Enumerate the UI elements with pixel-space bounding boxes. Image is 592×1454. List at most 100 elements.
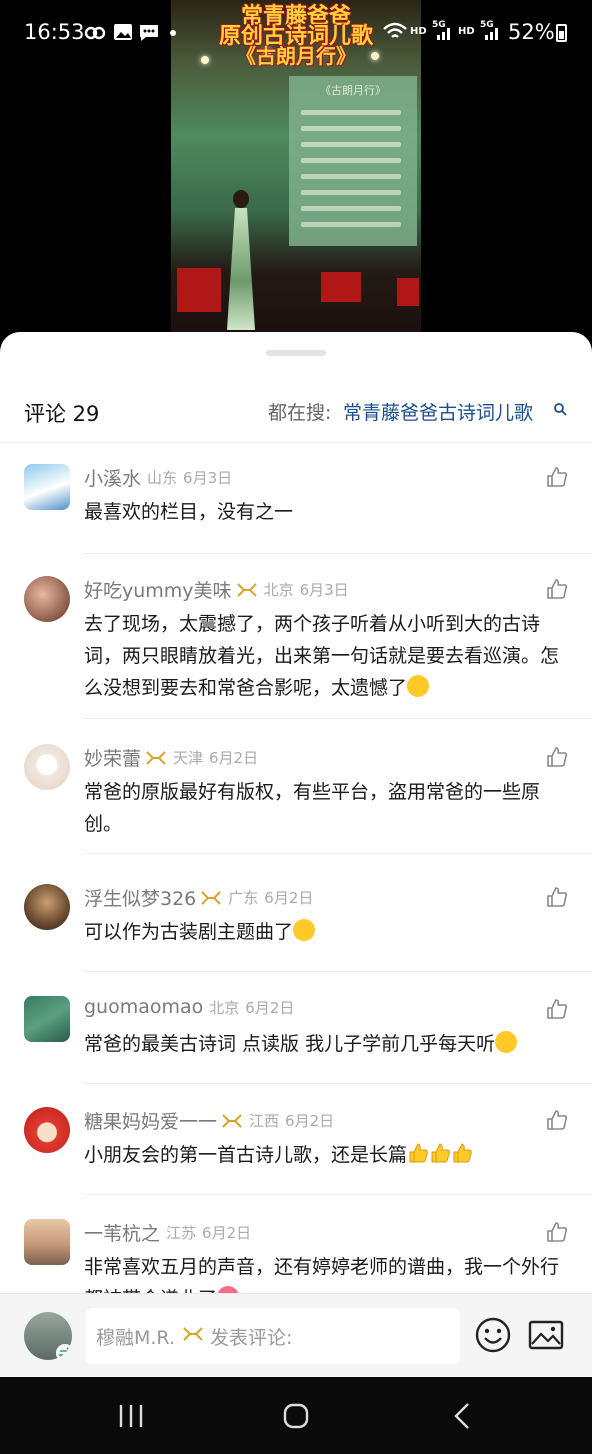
battery-icon [556,24,567,42]
avatar[interactable] [24,464,70,510]
comment-list[interactable]: 小溪水 山东 6月3日 最喜欢的栏目，没有之一 好吃yummy美味 北京 6月3日 去了… [0,444,592,1294]
my-avatar[interactable] [24,1312,72,1360]
comment-item: 浮生似梦326 广东 6月2日 可以作为古装剧主题曲了 [0,882,592,972]
member-badge-icon [146,750,166,765]
comment-item: 糖果妈妈爱一一 江西 6月2日 小朋友会的第一首古诗儿歌，还是长篇 [0,1105,592,1195]
comment-input[interactable]: 穆融M.R. 发表评论: [86,1308,460,1364]
avatar[interactable] [24,996,70,1042]
comment-username[interactable]: guomaomao [84,996,203,1018]
smiling-emoji [293,919,316,941]
image-icon[interactable] [528,1318,564,1352]
home-icon[interactable] [282,1402,310,1430]
comment-text: 可以作为古装剧主题曲了 [84,916,572,948]
comment-text-content: 去了现场，太震撼了，两个孩子听着从小听到大的古诗词，两只眼睛放着光，出来第一句话… [84,613,560,699]
comment-date: 6月2日 [202,1224,252,1242]
comment-username[interactable]: 一苇杭之 [84,1223,160,1245]
comment-date: 6月2日 [245,998,295,1017]
clock: 16:53 [24,20,85,44]
comment-placeholder: 发表评论: [210,1327,293,1349]
comment-username[interactable]: 妙荣蕾 [84,748,141,770]
avatar[interactable] [24,884,70,930]
switch-account-icon[interactable] [56,1344,72,1360]
like-icon[interactable] [546,1221,568,1243]
red-table [397,278,419,306]
comment-divider [84,971,592,972]
search-icon[interactable] [553,402,567,416]
comment-text: 常爸的原版最好有版权，有些平台，盗用常爸的一些原创。 [84,776,572,840]
member-badge-icon [183,1327,203,1341]
comment-text: 常爸的最美古诗词 点读版 我儿子学前几乎每天听 [84,1028,572,1060]
avatar[interactable] [24,576,70,622]
comment-region: 江苏 [166,1224,197,1242]
comment-text-content: 最喜欢的栏目，没有之一 [84,501,294,523]
status-bar: 16:53 HD 5G HD 5G 52% [0,14,592,54]
thumbs-up-emoji [453,1143,472,1163]
comment-divider [84,1194,592,1195]
like-icon[interactable] [546,466,568,488]
comment-username[interactable]: 浮生似梦326 [84,888,196,910]
avatar[interactable] [24,1107,70,1153]
system-navigation-bar [0,1377,592,1454]
comment-item: 一苇杭之江苏 6月2日 非常喜欢五月的声音，还有婷婷老师的谱曲，我一个外行都被带会… [0,1217,592,1294]
comment-date: 6月2日 [209,749,259,767]
stage-screen: 《古朗月行》 [289,76,417,246]
like-icon[interactable] [546,886,568,908]
member-badge-icon [201,890,221,905]
comment-region: 江西 [249,1112,280,1130]
comment-region: 天津 [173,749,204,767]
comment-region: 广东 [228,889,259,907]
singer-figure [221,190,261,330]
comment-region: 北京 [263,581,294,599]
recents-icon[interactable] [117,1403,145,1429]
battery-percentage: 52% [508,20,555,44]
comment-divider [84,853,592,854]
comment-item: 小溪水 山东 6月3日 最喜欢的栏目，没有之一 [0,462,592,554]
comment-date: 6月3日 [299,581,349,599]
emoji-icon[interactable] [474,1316,512,1354]
like-icon[interactable] [546,998,568,1020]
thumbs-up-emoji [409,1143,428,1163]
comment-date: 6月3日 [183,469,233,487]
comment-text-content: 可以作为古装剧主题曲了 [84,921,294,943]
laughing-crying-emoji [407,675,430,697]
member-badge-icon [222,1113,242,1128]
comments-sheet: 评论 29 都在搜: 常青藤爸爸古诗词儿歌 小溪水 山东 6月3日 最喜欢的栏目，没… [0,332,592,1377]
comment-item: guomaomao 北京 6月2日 常爸的最美古诗词 点读版 我儿子学前几乎每天听 [0,994,592,1084]
comment-date: 6月2日 [285,1112,335,1130]
avatar[interactable] [24,1219,70,1265]
signal-icon [437,28,450,40]
comment-composer: 穆融M.R. 发表评论: [0,1293,592,1377]
thumbs-up-emoji [431,1143,450,1163]
hd-label: HD [410,26,427,37]
hd-label: HD [458,26,475,37]
wifi-icon [383,22,407,38]
comment-username[interactable]: 糖果妈妈爱一一 [84,1111,217,1133]
comment-text-content: 常爸的最美古诗词 点读版 我儿子学前几乎每天听 [84,1033,496,1055]
trending-search-link[interactable]: 常青藤爸爸古诗词儿歌 [343,398,533,425]
comment-region: 山东 [147,469,178,487]
comment-text: 最喜欢的栏目，没有之一 [84,496,572,528]
composer-username: 穆融M.R. [96,1327,175,1349]
comment-divider [84,718,592,719]
comment-text: 去了现场，太震撼了，两个孩子听着从小听到大的古诗词，两只眼睛放着光，出来第一句话… [84,608,572,704]
avatar[interactable] [24,744,70,790]
comment-text: 小朋友会的第一首古诗儿歌，还是长篇 [84,1139,572,1171]
comment-text-content: 非常喜欢五月的声音，还有婷婷老师的谱曲，我一个外行都被带会谱曲了 [84,1256,560,1294]
comment-username[interactable]: 小溪水 [84,468,141,490]
signal-icon [485,28,498,40]
comment-text-content: 常爸的原版最好有版权，有些平台，盗用常爸的一些原创。 [84,781,541,835]
trending-label: 都在搜: [268,402,332,424]
drag-handle[interactable] [266,350,326,356]
comment-username[interactable]: 好吃yummy美味 [84,580,232,602]
gallery-icon [114,24,132,40]
like-icon[interactable] [546,746,568,768]
header-divider [0,442,592,443]
comment-item: 好吃yummy美味 北京 6月3日 去了现场，太震撼了，两个孩子听着从小听到大的古诗… [0,574,592,719]
comment-item: 妙荣蕾 天津 6月2日 常爸的原版最好有版权，有些平台，盗用常爸的一些原创。 [0,742,592,854]
comment-text-content: 小朋友会的第一首古诗儿歌，还是长篇 [84,1144,408,1166]
like-icon[interactable] [546,578,568,600]
back-icon[interactable] [452,1402,472,1430]
red-drum [177,268,221,312]
message-icon [140,25,158,41]
like-icon[interactable] [546,1109,568,1131]
